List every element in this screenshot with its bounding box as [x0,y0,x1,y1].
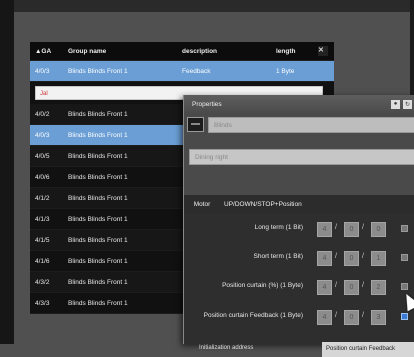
bezel-left [0,0,14,344]
feedback-checkbox[interactable] [401,283,408,290]
sub-group-field[interactable]: 1 [371,251,386,266]
dialog-body: Blinds Dining right Motor UP/DOWN/STOP+P… [184,113,414,357]
motor-selector[interactable]: Motor UP/DOWN/STOP+Position [184,195,414,213]
cell-ga: 4/0/5 [35,152,50,160]
refresh-icon[interactable]: ↻ [403,99,412,109]
cell-group-name: Blinds Blinds Front 1 [68,236,128,244]
cell-group-name: Blinds Blinds Front 1 [68,131,128,139]
header-description[interactable]: description [182,48,276,55]
sub-group-field[interactable]: 3 [371,310,386,325]
property-label: Position curtain (%) (1 Byte) [222,282,303,289]
separator: / [335,282,337,289]
motor-label: Motor [193,200,211,208]
separator: / [362,224,364,231]
room-field[interactable]: Dining right [189,149,414,165]
cell-group-name: Blinds Blinds Front 1 [68,152,128,160]
motor-type-value[interactable]: UP/DOWN/STOP+Position [220,201,302,208]
dialog-title-bar[interactable]: Properties ● ↻ [184,95,414,113]
dialog-title: Properties [192,100,222,108]
header-ga[interactable]: ▲GA [30,48,68,55]
main-group-field[interactable]: 4 [317,310,332,325]
feedback-checkbox[interactable] [401,313,408,320]
middle-group-field[interactable]: 0 [344,222,359,237]
bezel-top [0,0,414,12]
cell-ga: 4/1/3 [35,215,50,223]
cell-ga: 4/3/2 [35,278,50,286]
user-icon[interactable]: ● [391,99,400,109]
cell-ga: 4/0/2 [35,110,50,118]
separator: / [335,253,337,260]
property-row: Position curtain Feedback (1 Byte) 4/0/3 [184,307,414,329]
init-address-select[interactable]: Position curtain Feedback [322,342,414,357]
cell-ga: 4/0/3 [35,131,50,139]
middle-group-field[interactable]: 0 [344,310,359,325]
main-group-field[interactable]: 4 [317,222,332,237]
header-group-name[interactable]: Group name [68,48,182,55]
property-label: Short term (1 Bit) [253,253,303,260]
cell-ga: 4/3/3 [35,299,50,307]
property-row: Long term (1 Bit) 4/0/0 [184,219,414,241]
property-label: Position curtain Feedback (1 Byte) [203,312,303,319]
motor-properties: Long term (1 Bit) 4/0/0 Short term (1 Bit)… [184,213,414,344]
main-group-field[interactable]: 4 [317,280,332,295]
cell-ga: 4/1/2 [35,194,50,202]
table-header: ▲GA Group name description length ✕ [30,42,334,61]
table-body-top: 4/0/3 Blinds Blinds Front 1 Feedback 1 Byte [30,61,334,82]
middle-group-field[interactable]: 0 [344,251,359,266]
table-row[interactable]: 4/0/3 Blinds Blinds Front 1 Feedback 1 Byte [30,61,334,82]
cell-description: Feedback [182,67,211,75]
separator: / [335,312,337,319]
property-label: Long term (1 Bit) [254,224,303,231]
sub-group-field[interactable]: 0 [371,222,386,237]
cell-group-name: Blinds Blinds Front 1 [68,173,128,181]
sub-group-field[interactable]: 2 [371,280,386,295]
separator: / [362,282,364,289]
device-icon[interactable] [187,117,204,132]
cell-ga: 4/1/5 [35,236,50,244]
cell-ga: 4/1/6 [35,257,50,265]
cell-group-name: Blinds Blinds Front 1 [68,299,128,307]
screen: ▲GA Group name description length ✕ 4/0/… [0,0,414,357]
cell-group-name: Blinds Blinds Front 1 [68,194,128,202]
separator: / [362,312,364,319]
properties-dialog: Properties ● ↻ Blinds Dining right Motor… [183,95,414,357]
cell-group-name: Blinds Blinds Front 1 [68,278,128,286]
cell-ga: 4/0/6 [35,173,50,181]
cell-group-name: Blinds Blinds Front 1 [68,257,128,265]
close-icon[interactable]: ✕ [318,46,328,56]
main-group-field[interactable]: 4 [317,251,332,266]
separator: / [335,224,337,231]
header-length[interactable]: length [276,48,316,55]
feedback-checkbox[interactable] [401,254,408,261]
cell-group-name: Blinds Blinds Front 1 [68,67,128,75]
cell-ga: 4/0/3 [35,67,50,75]
separator: / [362,253,364,260]
init-address-label: Initialization address [199,345,254,351]
cell-length: 1 Byte [276,67,295,75]
name-field[interactable]: Blinds [208,117,414,133]
property-row: Short term (1 Bit) 4/0/1 [184,248,414,270]
property-row: Position curtain (%) (1 Byte) 4/0/2 [184,277,414,299]
cell-group-name: Blinds Blinds Front 1 [68,215,128,223]
feedback-checkbox[interactable] [401,225,408,232]
middle-group-field[interactable]: 0 [344,280,359,295]
cell-group-name: Blinds Blinds Front 1 [68,110,128,118]
